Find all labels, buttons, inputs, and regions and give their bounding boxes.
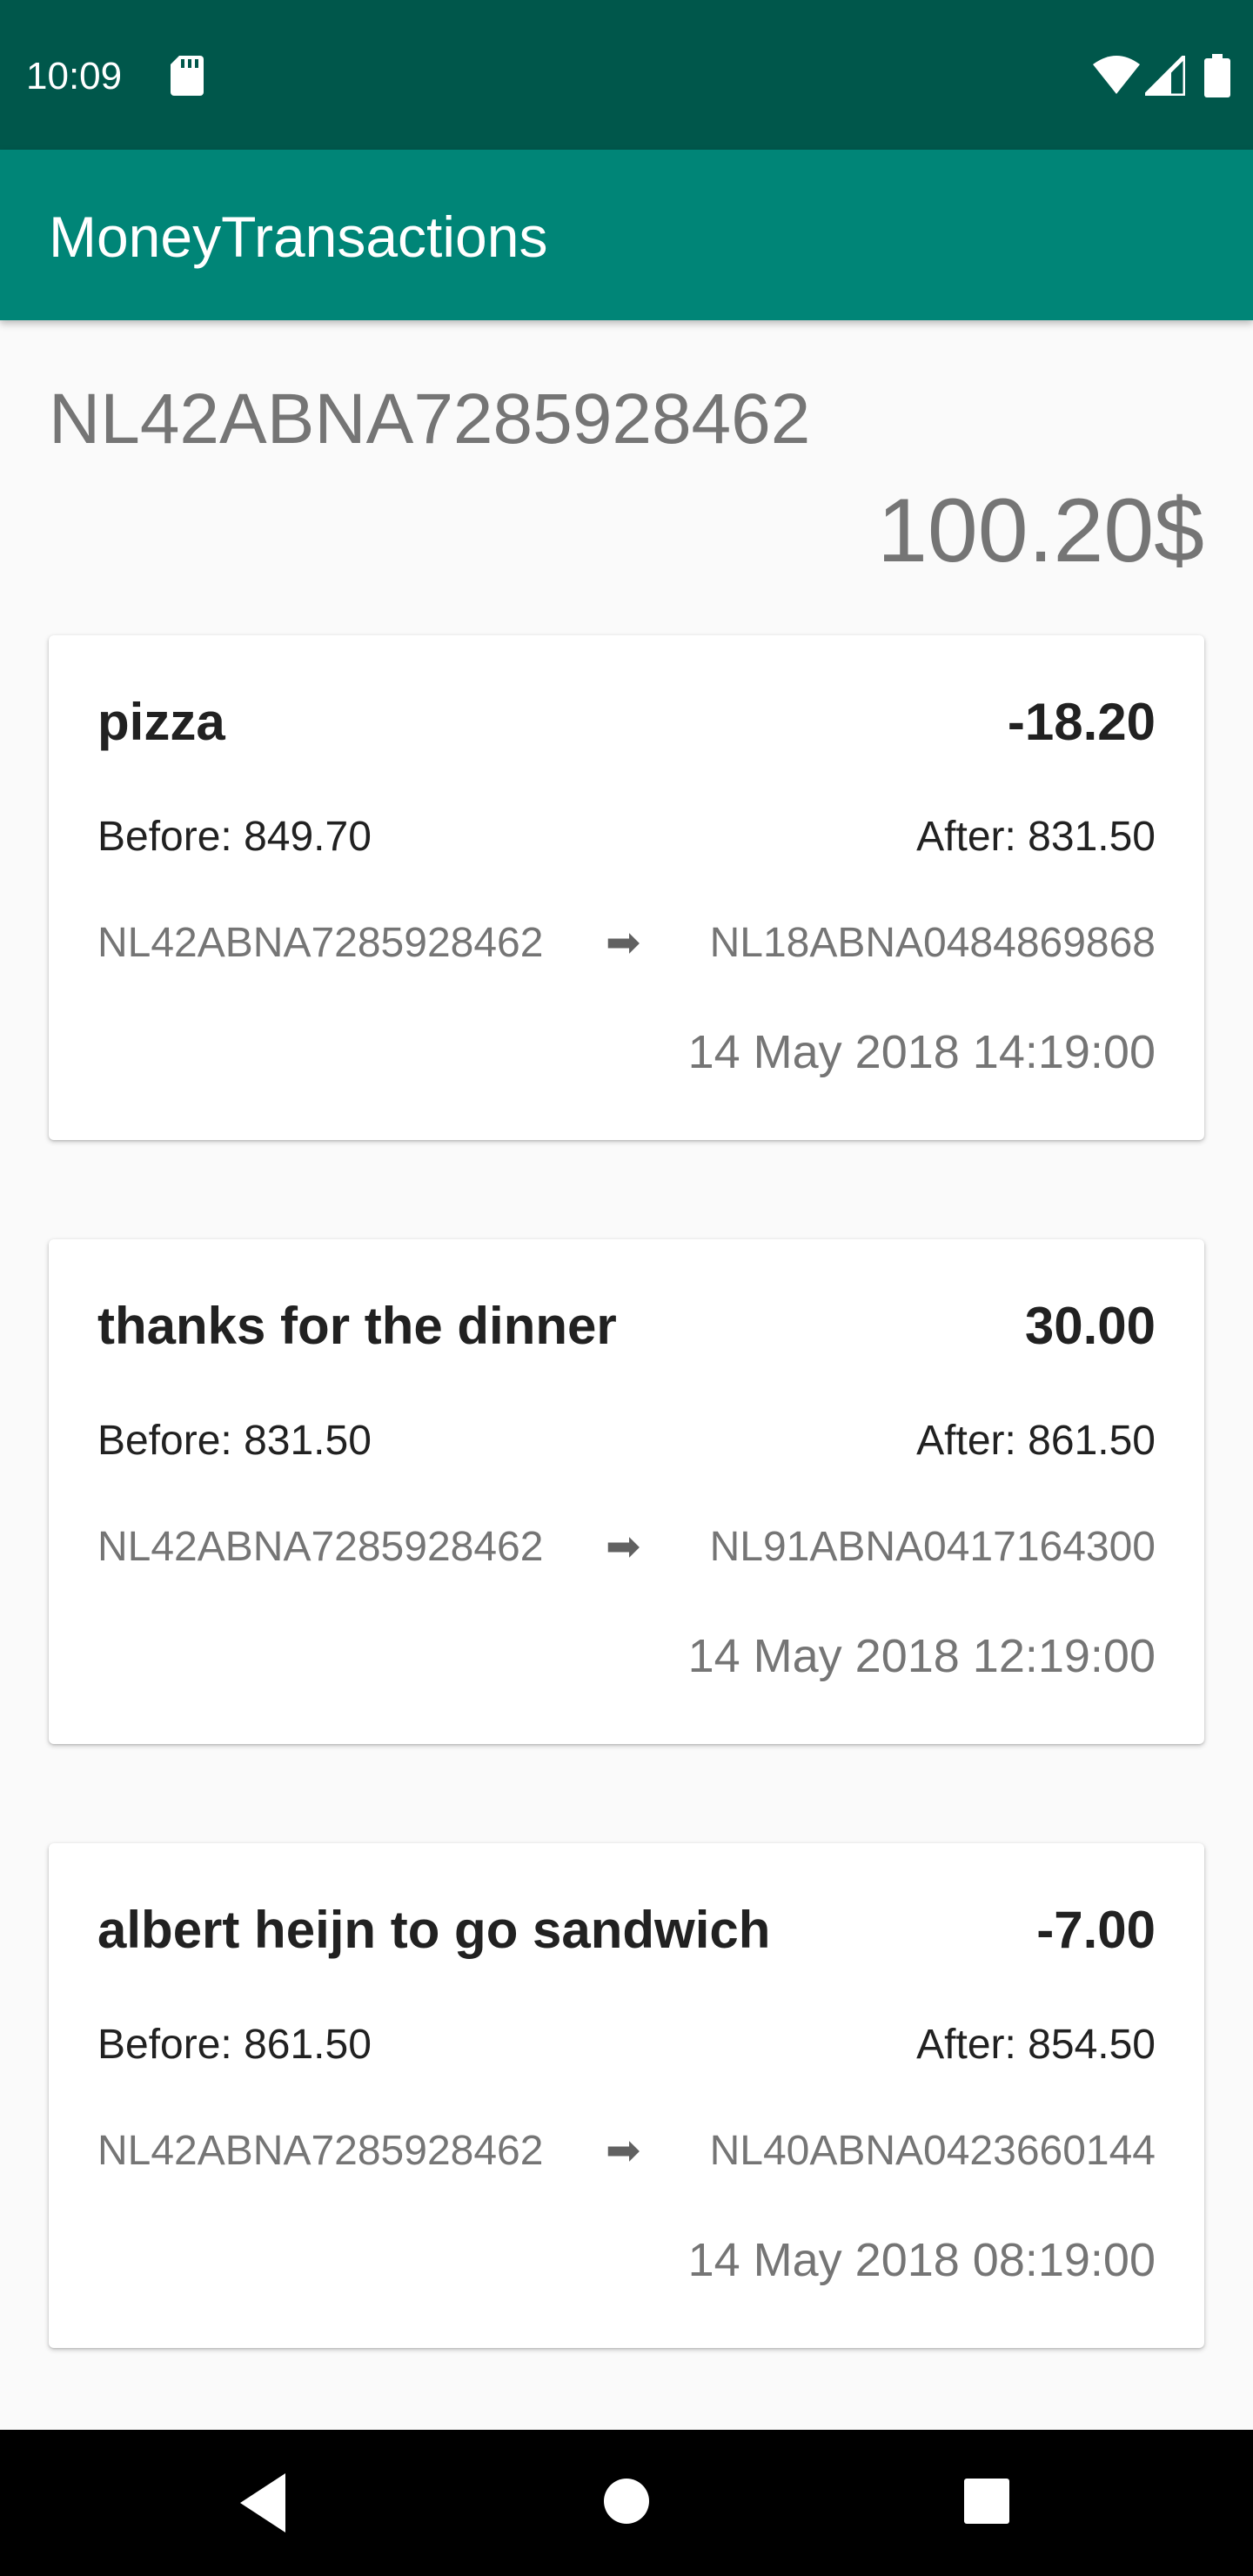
arrow-right-icon: ➡ — [606, 1524, 641, 1570]
balance-before: Before: 831.50 — [97, 1418, 372, 1464]
balance-after: After: 854.50 — [916, 2022, 1156, 2068]
account-balance: 100.20$ — [877, 480, 1204, 581]
cell-signal-icon — [1145, 56, 1185, 96]
wifi-icon — [1093, 56, 1140, 94]
balance-before: Before: 861.50 — [97, 2022, 372, 2068]
account-iban: NL42ABNA7285928462 — [49, 379, 811, 459]
transaction-description: thanks for the dinner — [97, 1297, 617, 1355]
app-title: MoneyTransactions — [49, 205, 548, 269]
back-icon[interactable] — [237, 2470, 289, 2536]
transaction-card[interactable]: pizza -18.20 Before: 849.70 After: 831.5… — [49, 635, 1204, 1140]
from-account: NL42ABNA7285928462 — [97, 920, 544, 966]
to-account: NL18ABNA0484869868 — [709, 920, 1156, 966]
from-account: NL42ABNA7285928462 — [97, 2128, 544, 2174]
balance-after: After: 861.50 — [916, 1418, 1156, 1464]
transaction-card[interactable]: albert heijn to go sandwich -7.00 Before… — [49, 1843, 1204, 2348]
transaction-amount: -7.00 — [1036, 1901, 1156, 1959]
app-bar: MoneyTransactions — [0, 150, 1253, 320]
transaction-card[interactable]: thanks for the dinner 30.00 Before: 831.… — [49, 1239, 1204, 1744]
transaction-date: 14 May 2018 12:19:00 — [687, 1630, 1156, 1682]
transaction-date: 14 May 2018 14:19:00 — [687, 1026, 1156, 1078]
to-account: NL91ABNA0417164300 — [709, 1524, 1156, 1570]
transaction-amount: -18.20 — [1007, 693, 1156, 751]
balance-after: After: 831.50 — [916, 814, 1156, 860]
battery-icon — [1204, 54, 1230, 97]
arrow-right-icon: ➡ — [606, 2128, 641, 2174]
transaction-description: pizza — [97, 693, 225, 751]
arrow-right-icon: ➡ — [606, 920, 641, 966]
navigation-bar — [0, 2430, 1253, 2576]
status-bar: 10:09 — [0, 0, 1253, 150]
home-icon[interactable] — [600, 2475, 653, 2527]
transaction-date: 14 May 2018 08:19:00 — [687, 2234, 1156, 2286]
to-account: NL40ABNA0423660144 — [709, 2128, 1156, 2174]
transaction-description: albert heijn to go sandwich — [97, 1901, 771, 1959]
from-account: NL42ABNA7285928462 — [97, 1524, 544, 1570]
transaction-amount: 30.00 — [1024, 1297, 1156, 1355]
status-time: 10:09 — [26, 55, 123, 97]
balance-before: Before: 849.70 — [97, 814, 372, 860]
recents-icon[interactable] — [962, 2477, 1011, 2526]
sd-card-icon — [171, 56, 204, 96]
